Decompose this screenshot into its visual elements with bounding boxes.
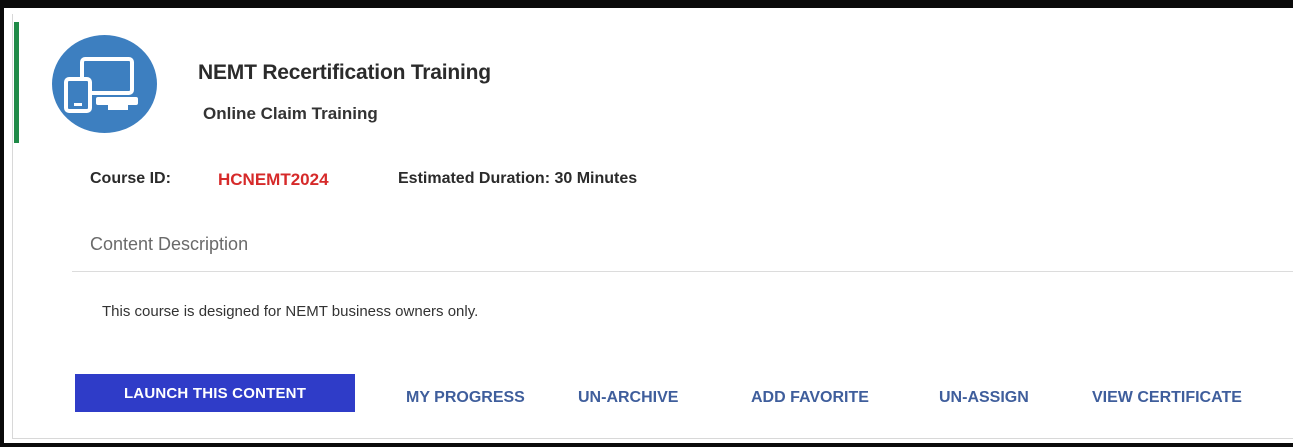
- course-subtitle: Online Claim Training: [203, 104, 378, 123]
- add-favorite-link[interactable]: ADD FAVORITE: [751, 389, 869, 407]
- un-assign-link[interactable]: UN-ASSIGN: [939, 389, 1029, 407]
- estimated-duration: Estimated Duration: 30 Minutes: [398, 170, 638, 187]
- content-description-text: This course is designed for NEMT busines…: [102, 303, 479, 320]
- view-certificate-link[interactable]: VIEW CERTIFICATE: [1092, 389, 1242, 407]
- course-meta: Course ID: HCNEMT2024 Estimated Duration…: [90, 170, 990, 194]
- un-archive-link[interactable]: UN-ARCHIVE: [578, 389, 678, 407]
- my-progress-link[interactable]: MY PROGRESS: [406, 389, 525, 407]
- launch-content-button[interactable]: LAUNCH THIS CONTENT: [75, 374, 355, 412]
- status-accent-bar: [14, 22, 19, 143]
- course-title: NEMT Recertification Training: [198, 61, 491, 84]
- divider: [72, 271, 1293, 272]
- devices-icon: [52, 35, 157, 133]
- content-description-heading: Content Description: [90, 234, 249, 254]
- course-id-label: Course ID:: [90, 170, 171, 187]
- course-id-value: HCNEMT2024: [218, 170, 329, 189]
